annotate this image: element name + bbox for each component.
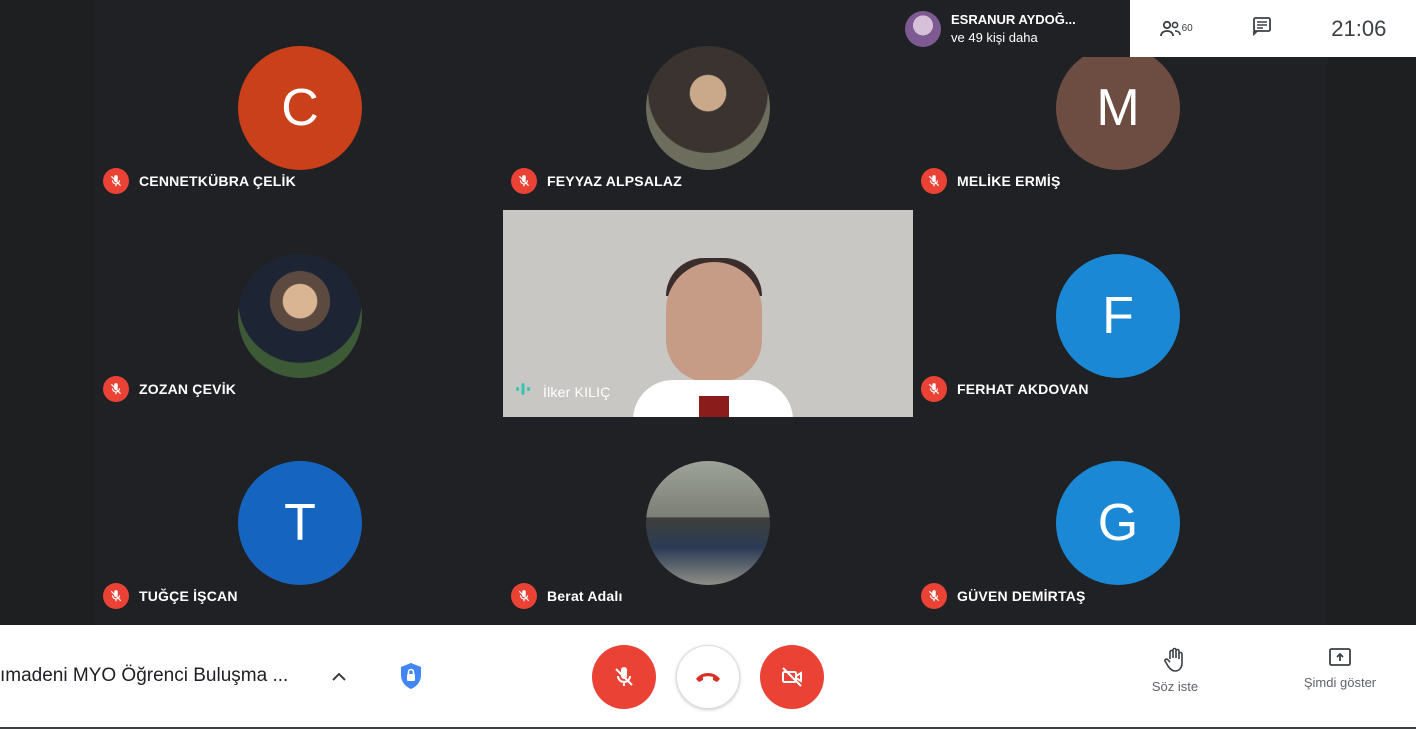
bottom-control-bar: ımadeni MYO Öğrenci Buluşma ... Söz iste… (0, 625, 1416, 729)
meeting-title[interactable]: ımadeni MYO Öğrenci Buluşma ... (0, 665, 288, 687)
mic-muted-icon (921, 583, 947, 609)
participant-photo (238, 254, 362, 378)
participant-tile[interactable]: ZOZAN ÇEVİK (95, 210, 505, 418)
camera-off-icon (782, 667, 802, 687)
present-screen-icon (1329, 648, 1351, 666)
participant-name: FEYYAZ ALPSALAZ (547, 173, 682, 189)
mic-muted-icon (103, 168, 129, 194)
meeting-stage: C CENNETKÜBRA ÇELİK FEYYAZ ALPSALAZ M ME… (0, 0, 1416, 625)
participant-name-row: Berat Adalı (511, 583, 623, 609)
mic-muted-icon (511, 583, 537, 609)
participant-name-row: FERHAT AKDOVAN (921, 376, 1089, 402)
present-now-label: Şimdi göster (1303, 675, 1377, 690)
clock: 21:06 (1331, 15, 1387, 41)
participant-name: GÜVEN DEMİRTAŞ (957, 588, 1086, 604)
participant-photo (646, 461, 770, 585)
participant-avatar: G (1056, 461, 1180, 585)
active-speaker-video[interactable]: İlker KILIÇ (503, 210, 913, 417)
participant-name-row: FEYYAZ ALPSALAZ (511, 168, 682, 194)
speaker-text: ESRANUR AYDOĞ... ve 49 kişi daha (951, 11, 1076, 47)
present-now-button[interactable]: Şimdi göster (1290, 647, 1390, 690)
participant-avatar: M (1056, 46, 1180, 170)
chevron-up-icon[interactable] (327, 665, 351, 689)
participant-name: MELİKE ERMİŞ (957, 173, 1061, 189)
mic-off-icon (615, 667, 633, 686)
avatar-initial: M (1096, 79, 1140, 137)
avatar-initial: C (281, 79, 319, 137)
raise-hand-icon (1164, 647, 1183, 672)
participant-tile[interactable]: C CENNETKÜBRA ÇELİK (95, 2, 505, 210)
participant-name: TUĞÇE İŞCAN (139, 588, 238, 604)
camera-toggle-button[interactable] (760, 645, 824, 709)
participant-name-row: CENNETKÜBRA ÇELİK (103, 168, 296, 194)
participant-name: ZOZAN ÇEVİK (139, 381, 237, 397)
participant-name: İlker KILIÇ (543, 383, 611, 400)
video-frame-tie (699, 396, 729, 417)
participant-tile[interactable]: FEYYAZ ALPSALAZ (503, 2, 913, 210)
participant-photo (646, 46, 770, 170)
participant-name: CENNETKÜBRA ÇELİK (139, 173, 296, 189)
chat-button[interactable] (1252, 16, 1272, 41)
raise-hand-button[interactable]: Söz iste (1125, 647, 1225, 694)
people-icon (1159, 20, 1181, 36)
participant-count: 60 (1181, 23, 1193, 34)
chat-icon (1253, 17, 1271, 37)
participant-avatar: F (1056, 254, 1180, 378)
speaking-indicator-icon (515, 382, 531, 401)
hang-up-icon (696, 673, 720, 682)
participant-tile[interactable]: Berat Adalı (503, 417, 913, 625)
avatar-initial: T (284, 494, 316, 552)
participant-name-row: TUĞÇE İŞCAN (103, 583, 238, 609)
participant-avatar: T (238, 461, 362, 585)
mic-muted-icon (103, 376, 129, 402)
mic-toggle-button[interactable] (592, 645, 656, 709)
raise-hand-label: Söz iste (1151, 679, 1199, 694)
participant-name: FERHAT AKDOVAN (957, 381, 1089, 397)
people-button[interactable]: 60 (1159, 20, 1193, 38)
participant-avatar: C (238, 46, 362, 170)
participant-tile[interactable]: G GÜVEN DEMİRTAŞ (913, 417, 1323, 625)
others-count-text: ve 49 kişi daha (951, 29, 1038, 45)
participant-name-row: İlker KILIÇ (515, 382, 611, 401)
video-frame-face (666, 262, 762, 382)
participant-name-row: GÜVEN DEMİRTAŞ (921, 583, 1086, 609)
participant-tile[interactable]: T TUĞÇE İŞCAN (95, 417, 505, 625)
mic-muted-icon (921, 168, 947, 194)
participant-tile[interactable]: F FERHAT AKDOVAN (913, 210, 1323, 418)
top-toolbar: 60 21:06 (1130, 0, 1416, 57)
speaker-name: ESRANUR AYDOĞ... (951, 11, 1076, 27)
active-speaker-badge[interactable]: ESRANUR AYDOĞ... ve 49 kişi daha (895, 0, 1130, 57)
speaker-avatar (905, 10, 941, 47)
mic-muted-icon (103, 583, 129, 609)
security-shield-icon[interactable] (398, 661, 424, 691)
participant-name-row: MELİKE ERMİŞ (921, 168, 1061, 194)
avatar-initial: F (1102, 287, 1134, 345)
mic-muted-icon (921, 376, 947, 402)
leave-call-button[interactable] (676, 645, 740, 709)
participant-name-row: ZOZAN ÇEVİK (103, 376, 236, 402)
mic-muted-icon (511, 168, 537, 194)
avatar-initial: G (1097, 494, 1139, 552)
participant-name: Berat Adalı (547, 588, 623, 604)
